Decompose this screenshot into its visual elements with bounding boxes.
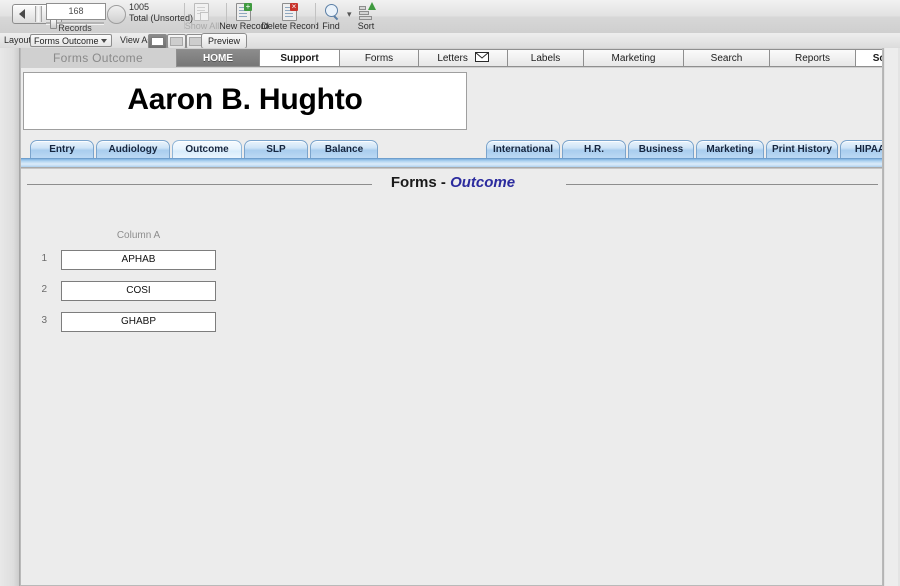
record-number-field[interactable]: 168: [46, 3, 106, 20]
section-tab-entry[interactable]: Entry: [30, 140, 94, 158]
navigation-strip: Forms Outcome HOME Support Forms Letters: [21, 48, 882, 68]
row-value-field[interactable]: GHABP: [61, 312, 216, 332]
sort-label: Sort: [357, 21, 375, 31]
row-value-field[interactable]: COSI: [61, 281, 216, 301]
toolbar-divider: [315, 3, 316, 29]
page-title: Forms - Outcome: [21, 174, 882, 191]
section-tab-balance[interactable]: Balance: [310, 140, 378, 158]
tab-search-label: Search: [710, 53, 743, 64]
section-tab-hr[interactable]: H.R.: [562, 140, 626, 158]
layout-name-label: Forms Outcome: [53, 51, 143, 65]
page-title-prefix: Forms -: [390, 174, 451, 191]
tab-home-label: HOME: [203, 53, 233, 64]
preview-button[interactable]: Preview: [201, 33, 247, 49]
patient-name-card[interactable]: Aaron B. Hughto: [23, 72, 467, 130]
tab-labels[interactable]: Labels: [508, 49, 584, 67]
section-tab-balance-label: Balance: [324, 144, 364, 155]
tab-schedule[interactable]: Schedule: [856, 49, 882, 67]
vertical-scrollbar[interactable]: [883, 48, 900, 586]
tab-support[interactable]: Support: [260, 49, 340, 67]
new-record-icon: +: [235, 3, 253, 21]
section-tab-hipaa-label: HIPAA: [854, 144, 883, 155]
section-tab-hr-label: H.R.: [584, 144, 604, 155]
tab-home[interactable]: HOME: [176, 49, 260, 67]
view-as-list-button[interactable]: [167, 34, 186, 49]
show-all-label: Show All: [184, 21, 220, 31]
document-window: Forms Outcome HOME Support Forms Letters: [0, 48, 900, 586]
book-spine-icon: [35, 6, 42, 22]
section-tab-international-label: International: [492, 144, 553, 155]
layout-bar: Layout: Forms Outcome View As: Preview: [0, 33, 900, 49]
section-tab-marketing[interactable]: Marketing: [696, 140, 764, 158]
sort-icon: [357, 2, 376, 20]
tab-schedule-label: Schedule: [872, 53, 882, 64]
tab-letters-label: Letters: [437, 53, 468, 64]
section-tab-outcome-label: Outcome: [185, 144, 229, 155]
status-toolbar: 168 Records 1005 Total (Unsorted) Show A…: [0, 0, 900, 34]
tab-marketing[interactable]: Marketing: [584, 49, 684, 67]
layout-canvas: Forms Outcome HOME Support Forms Letters: [20, 48, 883, 586]
section-tab-audiology[interactable]: Audiology: [96, 140, 170, 158]
total-record-count: 1005: [129, 2, 150, 12]
tab-forms[interactable]: Forms: [340, 49, 419, 67]
tab-labels-label: Labels: [530, 53, 561, 64]
envelope-icon: [474, 51, 489, 69]
delete-record-label: Delete Record: [261, 21, 319, 31]
tab-marketing-label: Marketing: [611, 53, 656, 64]
left-rail: [0, 48, 20, 586]
section-tab-audiology-label: Audiology: [108, 144, 158, 155]
section-tab-business[interactable]: Business: [628, 140, 694, 158]
section-tab-international[interactable]: International: [486, 140, 560, 158]
column-a-header: Column A: [116, 230, 161, 241]
records-label: Records: [58, 23, 92, 33]
previous-record-icon[interactable]: [19, 9, 25, 19]
magnifier-icon: [322, 3, 340, 21]
section-tab-outcome[interactable]: Outcome: [172, 140, 242, 158]
layout-select[interactable]: Forms Outcome: [30, 34, 112, 47]
section-tab-print-history-label: Print History: [771, 144, 832, 155]
pie-chart-icon: [107, 5, 126, 24]
view-as-form-button[interactable]: [148, 34, 167, 49]
section-tab-bar: Entry Audiology Outcome SLP Balance Inte…: [21, 140, 883, 169]
scrollbar-track[interactable]: [885, 48, 898, 586]
delete-record-icon: ×: [281, 3, 299, 21]
layout-select-value: Forms Outcome: [34, 36, 99, 46]
page-title-accent: Outcome: [450, 174, 516, 191]
section-tab-entry-label: Entry: [49, 144, 75, 155]
section-tab-business-label: Business: [638, 144, 684, 155]
tab-reports-label: Reports: [794, 53, 830, 64]
section-tab-slp[interactable]: SLP: [244, 140, 308, 158]
row-value-field[interactable]: APHAB: [61, 250, 216, 270]
section-tab-print-history[interactable]: Print History: [766, 140, 838, 158]
tab-forms-label: Forms: [364, 53, 394, 64]
application-window: 168 Records 1005 Total (Unsorted) Show A…: [0, 0, 900, 586]
find-dropdown-icon[interactable]: ▾: [347, 9, 352, 20]
patient-name: Aaron B. Hughto: [127, 83, 363, 116]
section-tab-marketing-label: Marketing: [706, 144, 754, 155]
tab-letters[interactable]: Letters: [419, 49, 508, 67]
find-label: Find: [322, 21, 340, 31]
show-all-icon: [193, 3, 211, 21]
section-tab-hipaa[interactable]: HIPAA: [840, 140, 883, 158]
row-number: 3: [41, 315, 47, 326]
tab-search[interactable]: Search: [684, 49, 770, 67]
row-number: 1: [41, 253, 47, 264]
tab-reports[interactable]: Reports: [770, 49, 856, 67]
page-title-row: Forms - Outcome: [21, 169, 882, 199]
row-number: 2: [41, 284, 47, 295]
tab-support-label: Support: [280, 53, 319, 64]
section-tab-slp-label: SLP: [266, 144, 286, 155]
chevron-down-icon: [101, 39, 107, 43]
